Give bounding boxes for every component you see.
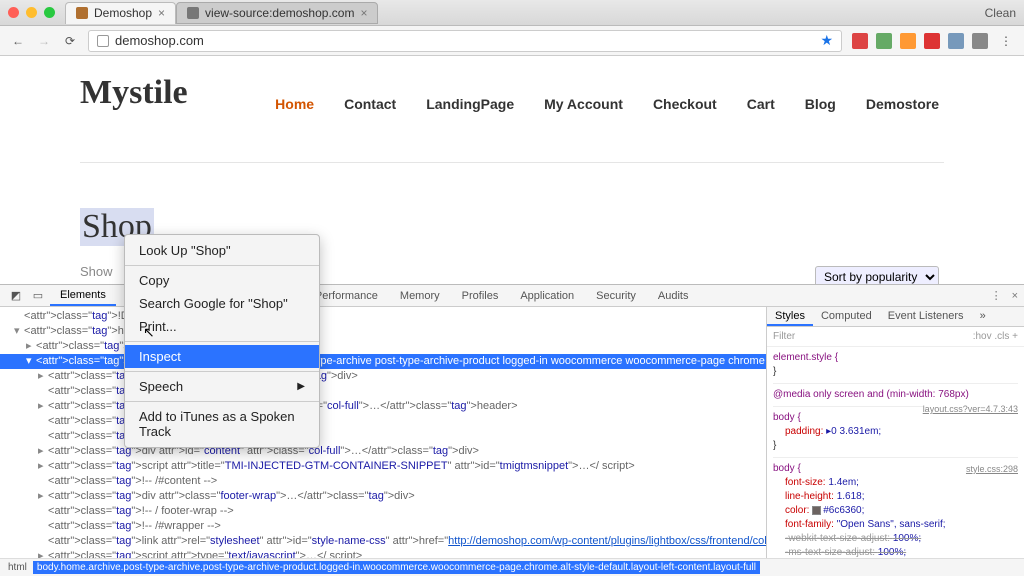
close-tab-icon[interactable]: × <box>158 6 165 20</box>
context-menu-item[interactable]: Look Up "Shop" <box>125 239 319 262</box>
dom-node[interactable]: <attr">class="tag">!-- /#content --> <box>0 474 766 489</box>
dom-node[interactable]: <attr">class="tag">!-- / footer-wrap --> <box>0 504 766 519</box>
context-menu: Look Up "Shop" CopySearch Google for "Sho… <box>124 234 320 448</box>
dom-node[interactable]: ▾<attr">class="tag">html attr">lang="en-… <box>0 324 766 339</box>
nav-link[interactable]: LandingPage <box>426 96 514 112</box>
nav-link[interactable]: Checkout <box>653 96 717 112</box>
dom-node[interactable]: <attr">class="tag">link attr">rel="style… <box>0 534 766 549</box>
styles-tab[interactable]: Event Listeners <box>880 307 972 326</box>
devtools-tab[interactable]: Memory <box>390 287 450 305</box>
titlebar: Demoshop × view-source:demoshop.com × Clean <box>0 0 1024 26</box>
dom-node[interactable]: <attr">class="tag">!-- #content Starts -… <box>0 429 766 444</box>
dom-node[interactable]: ▾<attr">class="tag">body attr">class="ho… <box>0 354 766 369</box>
context-menu-item[interactable]: Print... <box>125 315 319 338</box>
devtools-tab[interactable]: Application <box>510 287 584 305</box>
extension-icon[interactable] <box>972 33 988 49</box>
extensions <box>852 33 988 49</box>
styles-rules[interactable]: element.style {}@media only screen and (… <box>767 347 1024 558</box>
favicon-icon <box>187 7 199 19</box>
device-icon[interactable]: ▭ <box>28 288 48 304</box>
dom-node[interactable]: ▸<attr">class="tag">header attr">id="hea… <box>0 399 766 414</box>
extension-icon[interactable] <box>948 33 964 49</box>
styles-pane: StylesComputedEvent Listeners» Filter :h… <box>766 307 1024 558</box>
window-controls <box>8 7 55 18</box>
maximize-window-icon[interactable] <box>44 7 55 18</box>
breadcrumb-item[interactable]: html <box>4 561 31 574</box>
filter-toggles[interactable]: :hov .cls + <box>973 331 1018 342</box>
filter-input[interactable]: Filter <box>773 331 795 342</box>
dom-node[interactable]: ▸<attr">class="tag">head>…</attr">class=… <box>0 339 766 354</box>
url-text: demoshop.com <box>115 33 204 48</box>
dom-node[interactable]: ▸<attr">class="tag">script attr">type="t… <box>0 549 766 558</box>
dom-node[interactable]: ▸<attr">class="tag">div attr">id="top">…… <box>0 369 766 384</box>
nav-link[interactable]: Cart <box>747 96 775 112</box>
tab-title: view-source:demoshop.com <box>205 6 354 20</box>
bookmark-star-icon[interactable]: ★ <box>820 32 833 49</box>
devtools-close-icon[interactable]: × <box>1012 290 1018 302</box>
forward-button[interactable]: → <box>36 33 52 49</box>
context-menu-item[interactable]: Speech▶ <box>125 375 319 398</box>
dom-node[interactable]: <attr">class="tag">!DOCTYPE html> <box>0 309 766 324</box>
browser-tabs: Demoshop × view-source:demoshop.com × <box>65 2 985 24</box>
context-menu-item[interactable]: Inspect <box>125 345 319 368</box>
context-menu-item[interactable]: Copy <box>125 269 319 292</box>
inspect-icon[interactable]: ◩ <box>6 288 26 304</box>
chevron-right-icon: ▶ <box>297 381 305 392</box>
tab-title: Demoshop <box>94 6 152 20</box>
devtools-tab[interactable]: Security <box>586 287 646 305</box>
nav-link[interactable]: Blog <box>805 96 836 112</box>
devtools-menu-icon[interactable]: ⋮ <box>991 289 1002 302</box>
dom-node[interactable]: <attr">class="tag">!-- /#header --> <box>0 414 766 429</box>
more-tabs-icon[interactable]: » <box>972 307 994 326</box>
devtools-tab[interactable]: Profiles <box>452 287 509 305</box>
styles-tab[interactable]: Styles <box>767 307 813 326</box>
close-window-icon[interactable] <box>8 7 19 18</box>
reload-button[interactable]: ⟳ <box>62 33 78 49</box>
devtools-tab[interactable]: Elements <box>50 286 116 306</box>
address-bar: ← → ⟳ demoshop.com ★ ⋮ <box>0 26 1024 56</box>
sort-select[interactable]: Sort by popularity <box>815 266 939 284</box>
dom-node[interactable]: <attr">class="tag">!-- /#top --> <box>0 384 766 399</box>
context-menu-item[interactable]: Add to iTunes as a Spoken Track <box>125 405 319 443</box>
close-tab-icon[interactable]: × <box>360 6 367 20</box>
url-input[interactable]: demoshop.com ★ <box>88 30 842 52</box>
dom-node[interactable]: ▸<attr">class="tag">script attr">title="… <box>0 459 766 474</box>
context-menu-item[interactable]: Search Google for "Shop" <box>125 292 319 315</box>
styles-tab[interactable]: Computed <box>813 307 880 326</box>
minimize-window-icon[interactable] <box>26 7 37 18</box>
main-nav: Home Contact LandingPage My Account Checkout… <box>275 96 939 112</box>
profile-label: Clean <box>985 6 1016 20</box>
dom-node[interactable]: ▸<attr">class="tag">div attr">id="conten… <box>0 444 766 459</box>
site-info-icon[interactable] <box>97 35 109 47</box>
dom-tree[interactable]: <attr">class="tag">!DOCTYPE html>▾<attr"… <box>0 307 766 558</box>
extension-icon[interactable] <box>876 33 892 49</box>
browser-tab[interactable]: Demoshop × <box>65 2 176 24</box>
dom-breadcrumb[interactable]: htmlbody.home.archive.post-type-archive.… <box>0 558 1024 576</box>
browser-tab[interactable]: view-source:demoshop.com × <box>176 2 378 24</box>
breadcrumb-item[interactable]: body.home.archive.post-type-archive.post… <box>33 561 760 574</box>
extension-icon[interactable] <box>924 33 940 49</box>
back-button[interactable]: ← <box>10 33 26 49</box>
favicon-icon <box>76 7 88 19</box>
devtools-tab[interactable]: Audits <box>648 287 699 305</box>
nav-link[interactable]: Demostore <box>866 96 939 112</box>
menu-icon[interactable]: ⋮ <box>998 33 1014 49</box>
dom-node[interactable]: ▸<attr">class="tag">div attr">class="foo… <box>0 489 766 504</box>
nav-link[interactable]: Contact <box>344 96 396 112</box>
dom-node[interactable]: <attr">class="tag">!-- /#wrapper --> <box>0 519 766 534</box>
extension-icon[interactable] <box>852 33 868 49</box>
sort-select-wrap: Sort by popularity <box>815 266 939 284</box>
extension-icon[interactable] <box>900 33 916 49</box>
nav-link[interactable]: Home <box>275 96 314 112</box>
nav-link[interactable]: My Account <box>544 96 623 112</box>
